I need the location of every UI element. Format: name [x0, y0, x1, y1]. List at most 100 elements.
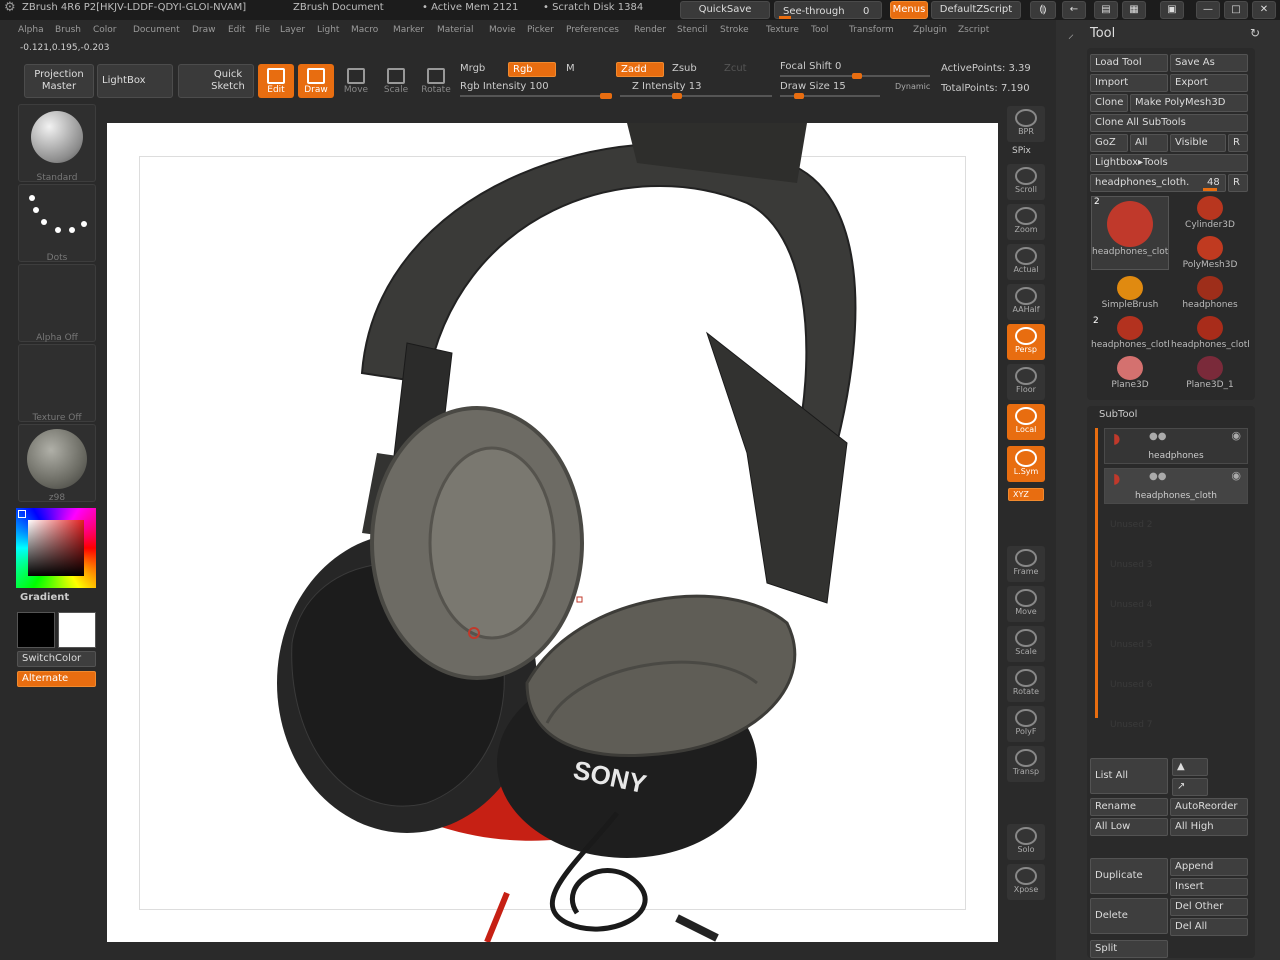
menu-stencil[interactable]: Stencil	[677, 25, 707, 35]
tool-scale-button[interactable]: Scale	[378, 64, 414, 98]
document-canvas[interactable]: SONY	[107, 123, 998, 942]
dynamic-button[interactable]: Dynamic	[895, 82, 930, 91]
z-intensity-track[interactable]	[620, 93, 772, 99]
all-low-button[interactable]: All Low	[1090, 818, 1168, 836]
save-as-button[interactable]: Save As	[1170, 54, 1248, 72]
focal-shift-track[interactable]	[780, 73, 930, 79]
make-polymesh-button[interactable]: Make PolyMesh3D	[1130, 94, 1248, 112]
subtool-empty-slot[interactable]: Unused 7	[1110, 720, 1153, 730]
main-color-swatch[interactable]	[17, 612, 55, 648]
color-picker[interactable]	[16, 508, 96, 588]
quick-sketch-button[interactable]: Quick Sketch	[178, 64, 254, 98]
nav-actual-button[interactable]: Actual	[1007, 244, 1045, 280]
eye-icon[interactable]: ◉	[1231, 469, 1241, 482]
secondary-color-swatch[interactable]	[58, 612, 96, 648]
nav-local-button[interactable]: Local	[1007, 404, 1045, 440]
subtool-scrollbar[interactable]	[1095, 428, 1098, 718]
tool-item[interactable]: 2 headphones_cloth	[1091, 316, 1169, 356]
subtool-title[interactable]: SubTool	[1099, 409, 1137, 420]
rgb-button[interactable]: Rgb	[508, 62, 556, 77]
menu-macro[interactable]: Macro	[351, 25, 378, 35]
mrgb-button[interactable]: Mrgb	[460, 63, 485, 74]
clone-all-subtools-button[interactable]: Clone All SubTools	[1090, 114, 1248, 132]
tool-panel-title[interactable]: Tool	[1090, 26, 1115, 41]
focal-shift-slider[interactable]: Focal Shift 0	[780, 61, 841, 72]
stroke-thumbnail[interactable]: Dots	[18, 184, 96, 263]
zadd-button[interactable]: Zadd	[616, 62, 664, 77]
layout-icon-2[interactable]: ▦	[1122, 1, 1146, 19]
nav-zoom-button[interactable]: Zoom	[1007, 204, 1045, 240]
del-other-button[interactable]: Del Other	[1170, 898, 1248, 916]
rename-button[interactable]: Rename	[1090, 798, 1168, 816]
nav-bpr-button[interactable]: BPR	[1007, 106, 1045, 142]
all-high-button[interactable]: All High	[1170, 818, 1248, 836]
tool-r-button[interactable]: R	[1228, 174, 1248, 192]
subtool-empty-slot[interactable]: Unused 6	[1110, 680, 1153, 690]
tool-item[interactable]: Plane3D	[1091, 356, 1169, 396]
zsub-button[interactable]: Zsub	[672, 63, 697, 74]
close-icon[interactable]: ✕	[1252, 1, 1276, 19]
layout-toggle-icon[interactable]: ⟬⟭	[1030, 1, 1056, 19]
menu-light[interactable]: Light	[317, 25, 339, 35]
insert-button[interactable]: Insert	[1170, 878, 1248, 896]
nav-xpose-button[interactable]: Xpose	[1007, 864, 1045, 900]
tool-item[interactable]: headphones_cloth	[1171, 316, 1249, 356]
subtool-empty-slot[interactable]: Unused 3	[1110, 560, 1153, 570]
menu-tool[interactable]: Tool	[811, 25, 828, 35]
duplicate-button[interactable]: Duplicate	[1090, 858, 1168, 894]
export-button[interactable]: Export	[1170, 74, 1248, 92]
load-tool-button[interactable]: Load Tool	[1090, 54, 1168, 72]
quicksave-button[interactable]: QuickSave	[680, 1, 770, 19]
menu-document[interactable]: Document	[133, 25, 180, 35]
menu-alpha[interactable]: Alpha	[18, 25, 44, 35]
nav-polyf-button[interactable]: PolyF	[1007, 706, 1045, 742]
del-all-button[interactable]: Del All	[1170, 918, 1248, 936]
menu-material[interactable]: Material	[437, 25, 474, 35]
menu-zplugin[interactable]: Zplugin	[913, 25, 947, 35]
alternate-button[interactable]: Alternate	[17, 671, 96, 687]
menu-movie[interactable]: Movie	[489, 25, 516, 35]
nav-move-button[interactable]: Move	[1007, 586, 1045, 622]
subtool-empty-slot[interactable]: Unused 2	[1110, 520, 1153, 530]
menu-color[interactable]: Color	[93, 25, 117, 35]
refresh-icon[interactable]: ↻	[1250, 26, 1260, 40]
menu-draw[interactable]: Draw	[192, 25, 216, 35]
append-button[interactable]: Append	[1170, 858, 1248, 876]
arrow-left-icon[interactable]: ←	[1062, 1, 1086, 19]
subtool-empty-slot[interactable]: Unused 5	[1110, 640, 1153, 650]
maximize-icon[interactable]: □	[1224, 1, 1248, 19]
nav-scroll-button[interactable]: Scroll	[1007, 164, 1045, 200]
rgb-intensity-slider[interactable]: Rgb Intensity 100	[460, 81, 549, 92]
z-intensity-slider[interactable]: Z Intensity 13	[632, 81, 701, 92]
tool-item[interactable]: 2 headphones_cloth	[1091, 196, 1169, 270]
menu-stroke[interactable]: Stroke	[720, 25, 749, 35]
texture-thumbnail[interactable]: Texture Off	[18, 344, 96, 423]
subtool-empty-slot[interactable]: Unused 4	[1110, 600, 1153, 610]
nav-rotate-button[interactable]: Rotate	[1007, 666, 1045, 702]
menu-file[interactable]: File	[255, 25, 270, 35]
nav-frame-button[interactable]: Frame	[1007, 546, 1045, 582]
goz-all-button[interactable]: All	[1130, 134, 1168, 152]
menu-render[interactable]: Render	[634, 25, 666, 35]
draw-size-track[interactable]	[780, 93, 880, 99]
tool-move-button[interactable]: Move	[338, 64, 374, 98]
import-button[interactable]: Import	[1090, 74, 1168, 92]
menu-texture[interactable]: Texture	[766, 25, 799, 35]
default-zscript-button[interactable]: DefaultZScript	[931, 1, 1021, 19]
nav-floor-button[interactable]: Floor	[1007, 364, 1045, 400]
subtool-row[interactable]: ◗ ●● ◉ headphones_cloth	[1104, 468, 1248, 504]
see-through-slider[interactable]: See-through 0	[774, 1, 882, 19]
current-tool-slider[interactable]: headphones_cloth. 48	[1090, 174, 1226, 192]
list-all-button[interactable]: List All	[1090, 758, 1168, 794]
split-button[interactable]: Split	[1090, 940, 1168, 958]
gradient-label[interactable]: Gradient	[20, 592, 69, 603]
move-up-icon[interactable]: ▲	[1172, 758, 1208, 776]
nav-solo-button[interactable]: Solo	[1007, 824, 1045, 860]
m-button[interactable]: M	[566, 63, 575, 74]
eye-icon[interactable]: ◉	[1231, 429, 1241, 442]
material-thumbnail[interactable]: z98	[18, 424, 96, 503]
nav-scale-button[interactable]: Scale	[1007, 626, 1045, 662]
goz-button[interactable]: GoZ	[1090, 134, 1128, 152]
brush-thumbnail[interactable]: Standard	[18, 104, 96, 183]
switch-color-button[interactable]: SwitchColor	[17, 651, 96, 667]
